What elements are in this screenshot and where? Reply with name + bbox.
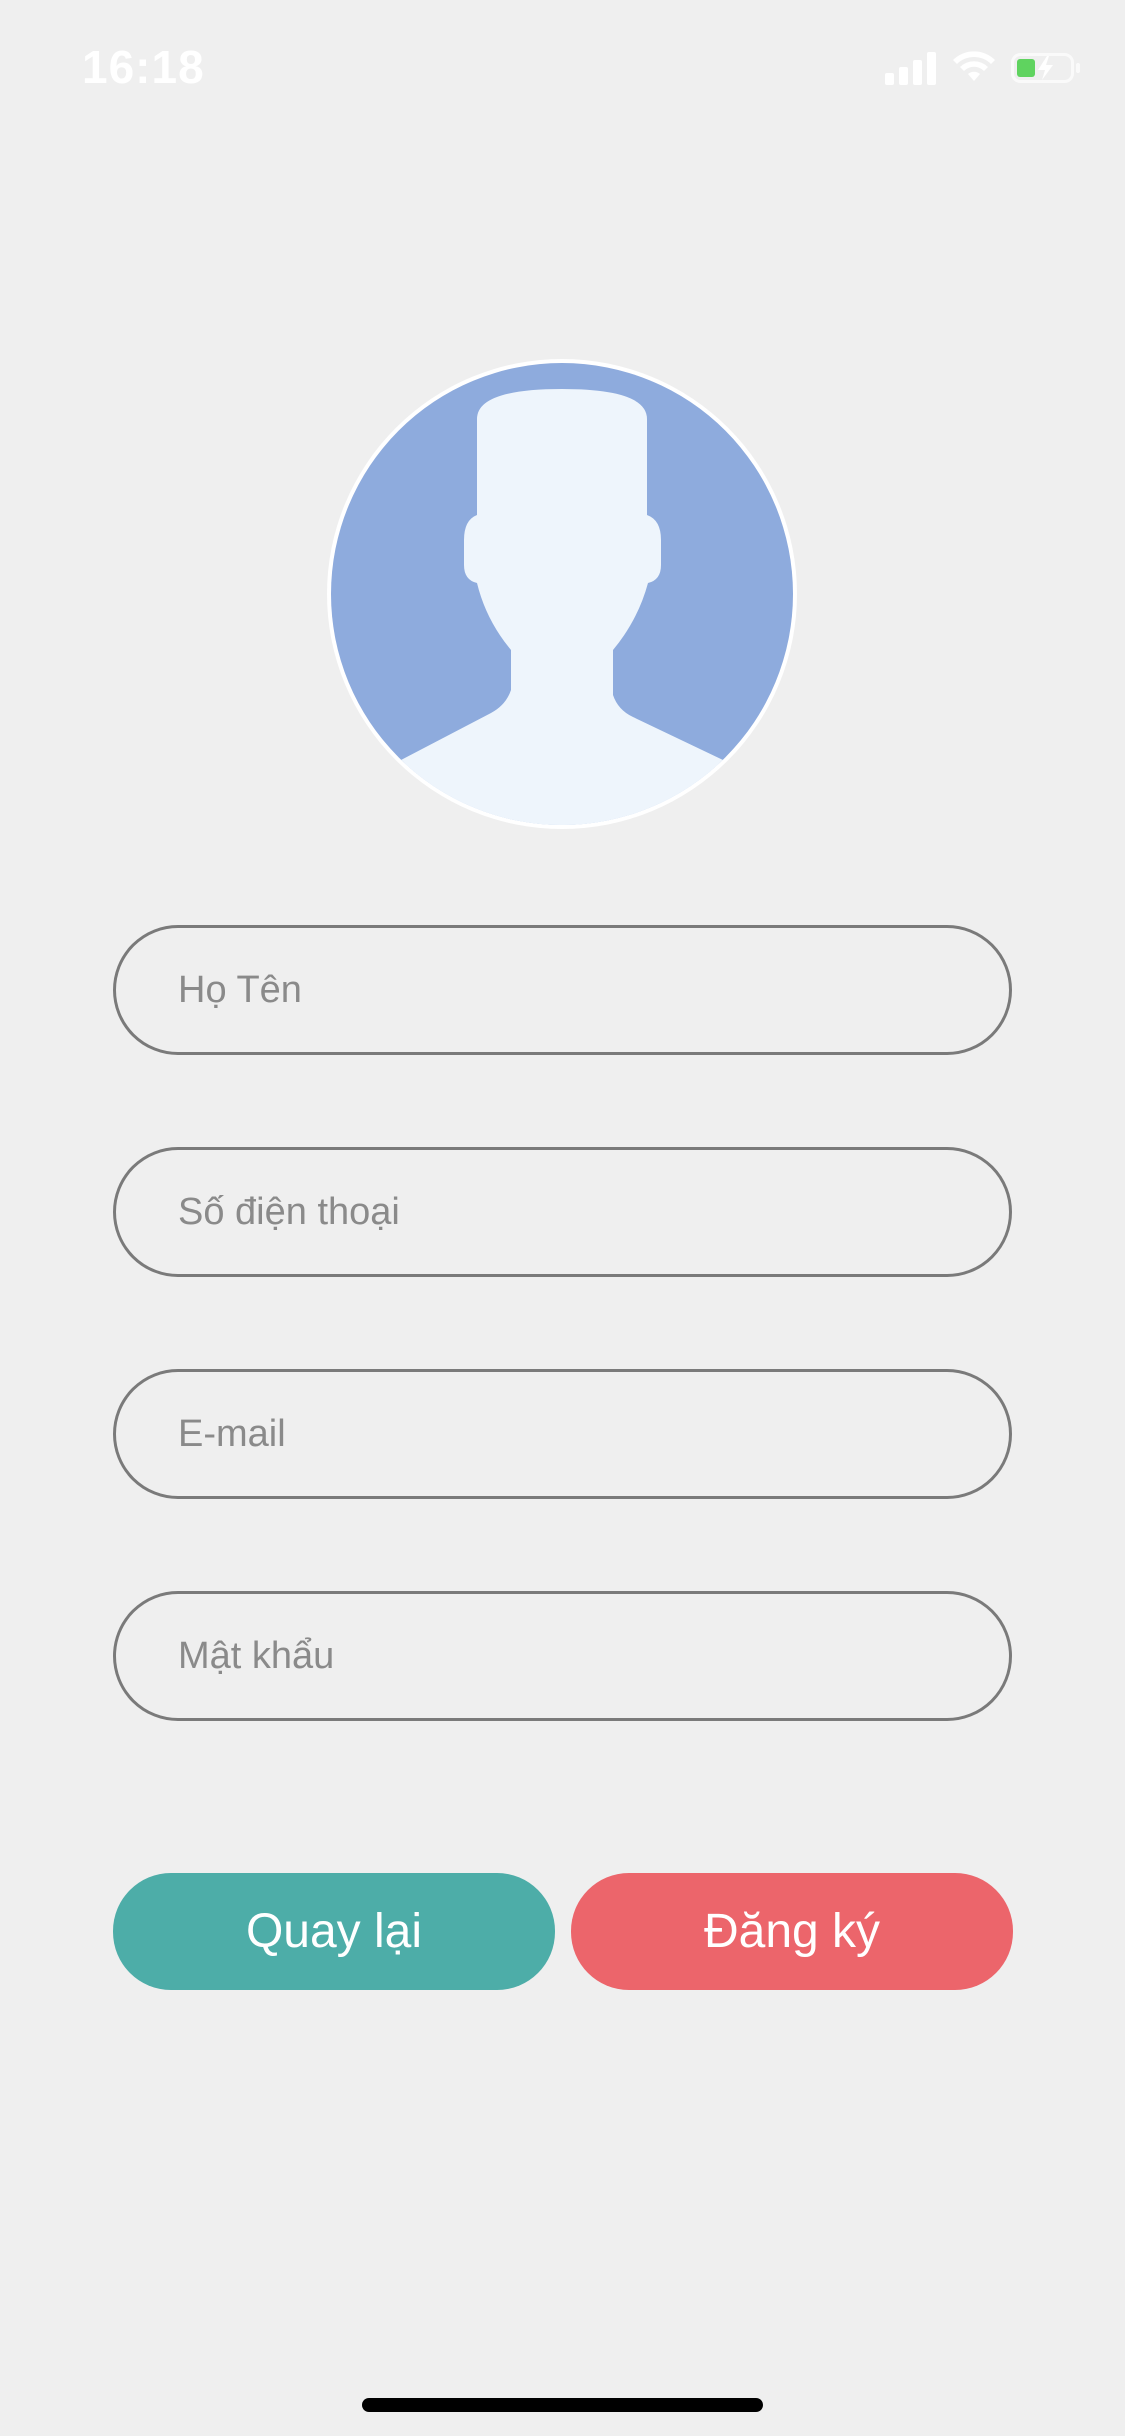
phone-number-input[interactable]: [178, 1190, 1009, 1234]
email-field[interactable]: [113, 1369, 1012, 1499]
register-button[interactable]: Đăng ký: [571, 1873, 1013, 1990]
status-bar: 16:18: [0, 0, 1125, 135]
signal-bars-icon: [885, 51, 937, 85]
password-input[interactable]: [178, 1634, 1009, 1678]
battery-charging-icon: [1011, 51, 1081, 85]
phone-number-field[interactable]: [113, 1147, 1012, 1277]
email-input[interactable]: [178, 1412, 1009, 1456]
back-button[interactable]: Quay lại: [113, 1873, 555, 1990]
status-icons: [885, 48, 1081, 88]
default-user-avatar-icon: [327, 359, 797, 829]
avatar[interactable]: [323, 355, 801, 833]
full-name-field[interactable]: [113, 925, 1012, 1055]
full-name-input[interactable]: [178, 968, 1009, 1012]
wifi-icon: [951, 51, 997, 85]
status-time: 16:18: [82, 41, 205, 93]
home-indicator[interactable]: [362, 2398, 763, 2412]
password-field[interactable]: [113, 1591, 1012, 1721]
